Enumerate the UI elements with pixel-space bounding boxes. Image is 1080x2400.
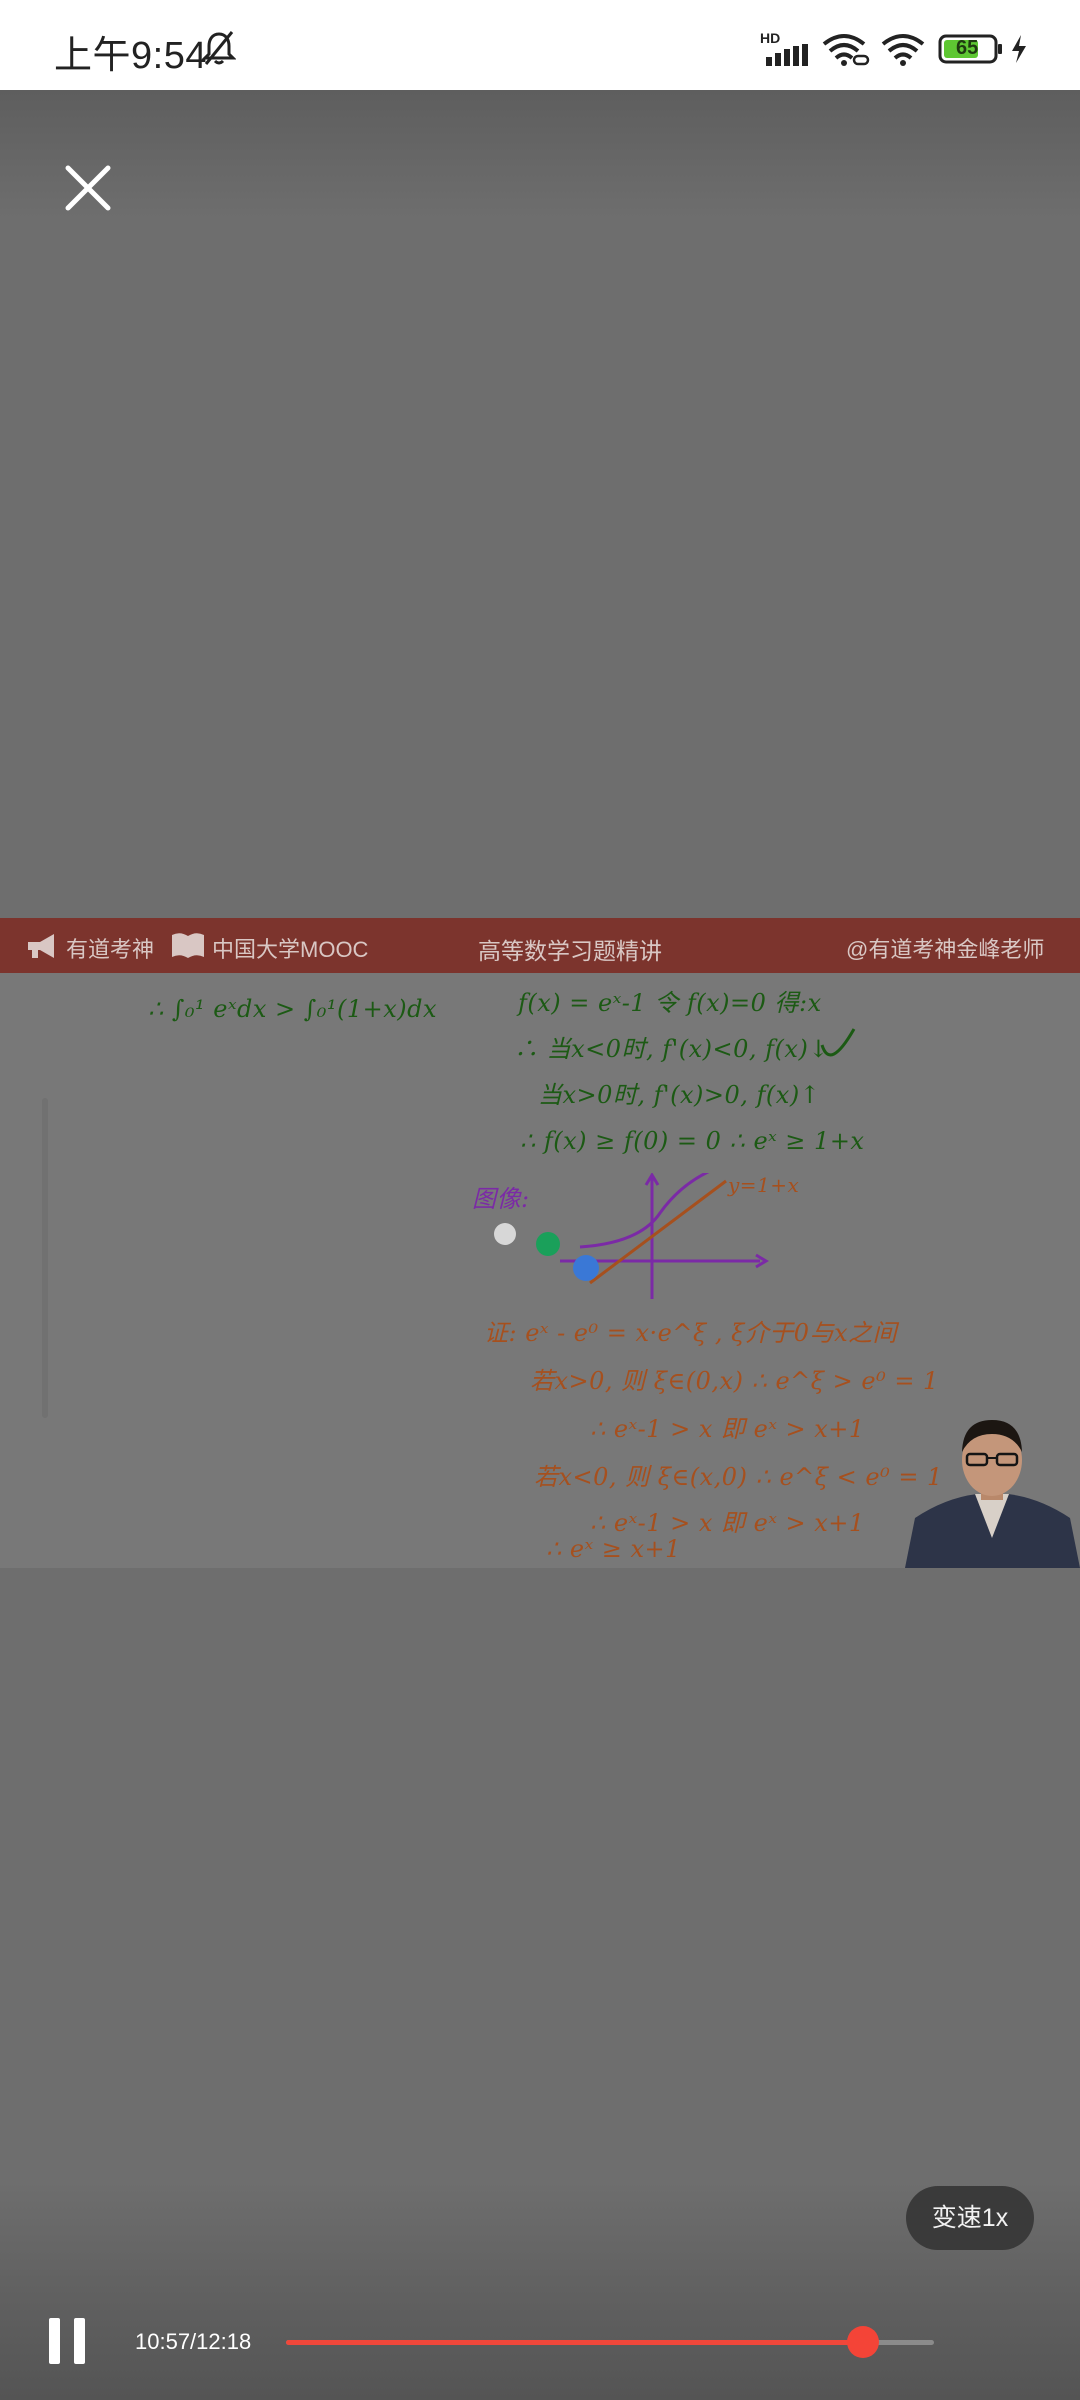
pen-color-green[interactable] [536, 1232, 560, 1256]
board-line: ∴ 当x<0时, f'(x)<0, f(x)↓ [514, 1035, 829, 1063]
board-left-line: ∴ ∫₀¹ eˣdx > ∫₀¹(1+x)dx [148, 995, 438, 1023]
pen-color-blue[interactable] [573, 1255, 599, 1281]
wifi-icon [881, 34, 925, 66]
battery-percent: 65 [956, 37, 979, 59]
top-scrim [0, 90, 1080, 220]
board-line: 当x>0时, f'(x)>0, f(x)↑ [538, 1081, 821, 1109]
megaphone-logo-icon [28, 934, 54, 958]
board-line: ∴ eˣ-1 > x 即 eˣ > x+1 [590, 1509, 865, 1537]
teacher-video [905, 1408, 1080, 1568]
board-line: 证: eˣ - e⁰ = x·e^ξ , ξ介于0与x之间 [484, 1319, 898, 1347]
side-watermark [42, 1098, 48, 1418]
teacher-handle: @有道考神金峰老师 [846, 937, 1045, 962]
status-time: 上午9:54 [54, 35, 207, 77]
progress-fill [286, 2340, 864, 2345]
board-line: f(x) = eˣ-1 令 f(x)=0 得:x [518, 989, 822, 1017]
video-frame[interactable]: 有道考神 中国大学MOOC 高等数学习题精讲 @有道考神金峰老师 ∴ ∫₀¹ e… [0, 918, 1080, 1568]
bell-off-icon [202, 31, 236, 65]
video-banner: 有道考神 中国大学MOOC 高等数学习题精讲 @有道考神金峰老师 [0, 918, 1080, 973]
wifi-link-icon [822, 34, 870, 66]
pause-icon[interactable] [46, 2318, 88, 2364]
progress-bar[interactable] [286, 2326, 934, 2358]
pause-bar-right [74, 2318, 85, 2364]
board-line: ∴ f(x) ≥ f(0) = 0 ∴ eˣ ≥ 1+x [520, 1127, 865, 1155]
charging-icon [1012, 35, 1026, 63]
course-title: 高等数学习题精讲 [478, 938, 662, 964]
u-curve-sketch [820, 1028, 856, 1057]
pause-bar-left [49, 2318, 60, 2364]
board-line: ∴ eˣ-1 > x 即 eˣ > x+1 [590, 1415, 865, 1443]
brand-youdao: 有道考神 [66, 937, 155, 962]
function-graph [560, 1173, 769, 1299]
board-line: ∴ eˣ ≥ x+1 [546, 1535, 681, 1563]
close-icon[interactable] [52, 152, 124, 224]
brand-mooc: 中国大学MOOC [212, 937, 369, 962]
playback-time: 10:57/12:18 [135, 2329, 252, 2354]
cellular-signal-icon [766, 44, 808, 66]
graph-label: 图像: [472, 1185, 530, 1213]
board-line: 若x<0, 则 ξ∈(x,0) ∴ e^ξ < e⁰ = 1 [534, 1463, 943, 1491]
pen-color-white[interactable] [494, 1223, 516, 1245]
playback-speed-button[interactable]: 变速1x [906, 2186, 1034, 2250]
board-line: 若x>0, 则 ξ∈(0,x) ∴ e^ξ > e⁰ = 1 [530, 1367, 939, 1395]
status-bar: 上午9:54 HD 65 [0, 0, 1080, 90]
book-logo-icon [172, 933, 204, 958]
